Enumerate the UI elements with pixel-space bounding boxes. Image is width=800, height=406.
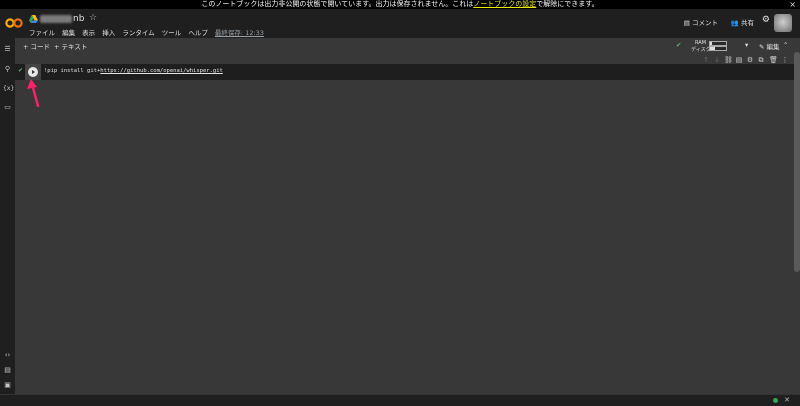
banner-close-icon[interactable]: × (789, 0, 796, 9)
people-icon: 👥 (730, 19, 739, 27)
mirror-cell-icon[interactable]: ⧉ (757, 56, 765, 64)
banner-text-before: このノートブックは出力非公開の状態で開いています。出力は保存されません。これは (201, 0, 474, 8)
pencil-icon: ✎ (759, 43, 765, 51)
connected-check-icon: ✔ (676, 41, 682, 49)
more-options-icon[interactable]: ⋮ (781, 56, 789, 64)
output-hidden-banner: このノートブックは出力非公開の状態で開いています。出力は保存されません。これはノ… (0, 0, 800, 9)
cell-code-editor[interactable]: !pip install git+https://github.com/open… (44, 68, 223, 74)
menu-runtime[interactable]: ランタイム (122, 29, 154, 37)
comment-icon: ▤ (683, 19, 690, 27)
terminal-icon[interactable]: ▣ (3, 381, 12, 390)
link-icon[interactable]: ⛓ (724, 56, 733, 64)
status-close-icon[interactable]: ✕ (784, 396, 790, 404)
disk-label: ディスク (691, 47, 711, 53)
notebook-toolbar: + コード + テキスト ✔ RAM ディスク ▾ ✎ 編集 ⌃ (15, 38, 800, 53)
share-button[interactable]: 👥 共有 (731, 17, 754, 27)
disk-usage-bar (709, 46, 727, 51)
delete-icon[interactable]: 🗑 (769, 56, 778, 64)
menu-bar: ファイル 編集 表示 挿入 ランタイム ツール ヘルプ 最終保存: 12:33 (29, 27, 269, 37)
banner-text-after: で解除にできます。 (536, 0, 599, 8)
code-snippets-icon[interactable]: ‹› (3, 351, 12, 360)
drive-icon (29, 15, 38, 23)
menu-view[interactable]: 表示 (82, 29, 95, 37)
code-url[interactable]: https://github.com/openai/whisper.git (100, 68, 223, 74)
annotation-arrow-icon (27, 79, 40, 107)
collapse-header-icon[interactable]: ⌃ (783, 41, 788, 49)
notebook-settings-link[interactable]: ノートブックの設定 (473, 0, 536, 8)
run-cell-button[interactable] (28, 67, 38, 77)
command-palette-icon[interactable]: ▤ (3, 366, 12, 375)
variables-icon[interactable]: {x} (3, 84, 14, 93)
search-icon[interactable]: ⚲ (3, 65, 12, 74)
colab-logo-icon[interactable] (5, 18, 23, 28)
menu-file[interactable]: ファイル (29, 29, 55, 37)
comment-label: コメント (692, 19, 718, 27)
run-cell-area (25, 64, 41, 80)
avatar[interactable] (774, 14, 792, 32)
notebook-title-blurred[interactable] (40, 15, 72, 23)
menu-insert[interactable]: 挿入 (102, 29, 115, 37)
move-up-icon[interactable]: ↑ (702, 56, 710, 64)
files-folder-icon[interactable]: ▭ (3, 103, 12, 112)
connected-status-dot[interactable] (773, 398, 778, 403)
move-down-icon[interactable]: ↓ (713, 56, 721, 64)
menu-help[interactable]: ヘルプ (188, 29, 208, 37)
comment-button[interactable]: ▤ コメント (684, 17, 718, 27)
notebook-title-suffix[interactable]: nb (73, 14, 84, 24)
cell-settings-icon[interactable]: ⚙ (746, 56, 754, 64)
code-command: !pip install git+ (44, 68, 101, 74)
table-of-contents-icon[interactable]: ☰ (3, 45, 12, 54)
vertical-scrollbar[interactable] (794, 52, 800, 272)
comment-cell-icon[interactable]: ▤ (735, 56, 743, 64)
cell-executed-check-icon: ✔ (18, 67, 24, 74)
star-icon[interactable]: ☆ (89, 13, 97, 23)
code-cell[interactable]: ✔ !pip install git+https://github.com/op… (15, 56, 795, 80)
menu-tools[interactable]: ツール (162, 29, 182, 37)
settings-gear-icon[interactable]: ⚙ (762, 15, 770, 25)
resources-indicator[interactable]: RAM ディスク (691, 40, 753, 53)
status-bar: ✕ (0, 394, 800, 406)
left-sidebar: ☰ ⚲ {x} ▭ ‹› ▤ ▣ (0, 38, 15, 394)
app-header: nb ☆ ファイル 編集 表示 挿入 ランタイム ツール ヘルプ 最終保存: 1… (0, 9, 800, 38)
edit-label: 編集 (766, 43, 780, 51)
share-label: 共有 (741, 19, 754, 27)
menu-edit[interactable]: 編集 (62, 29, 75, 37)
runtime-dropdown-icon[interactable]: ▾ (745, 41, 748, 49)
edit-mode-button[interactable]: ✎ 編集 (759, 41, 780, 51)
last-edited-link[interactable]: 最終保存: 12:33 (215, 29, 264, 37)
play-icon (32, 69, 35, 74)
add-text-button[interactable]: + テキスト (54, 41, 87, 51)
add-code-button[interactable]: + コード (23, 41, 50, 51)
